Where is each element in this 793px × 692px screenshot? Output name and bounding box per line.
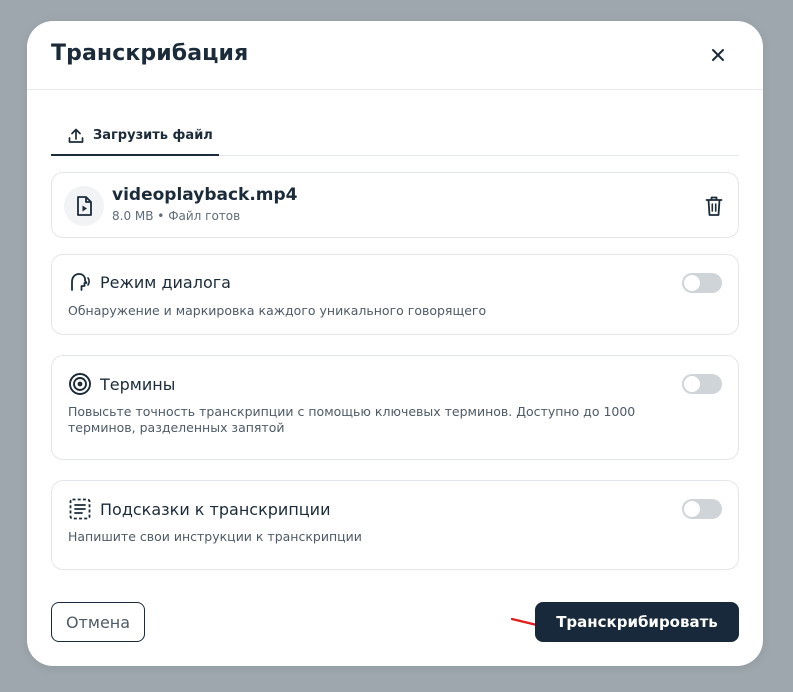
hints-toggle[interactable] <box>682 499 722 519</box>
upload-icon <box>68 128 84 143</box>
option-transcription-hints: Подсказки к транскрипции Напишите свои и… <box>51 480 739 570</box>
modal-title: Транскрибация <box>51 41 249 66</box>
cancel-button[interactable]: Отмена <box>51 602 145 642</box>
target-icon <box>69 373 91 395</box>
option-description: Напишите свои инструкции к транскрипции <box>68 529 362 544</box>
option-description: Обнаружение и маркировка каждого уникаль… <box>68 303 487 318</box>
tab-bar: Загрузить файл <box>51 117 739 156</box>
option-dialog-mode: Режим диалога Обнаружение и маркировка к… <box>51 254 739 335</box>
option-header: Термины <box>68 372 175 396</box>
file-name: videoplayback.mp4 <box>112 185 298 205</box>
delete-file-button[interactable] <box>703 194 725 218</box>
close-button[interactable] <box>707 44 729 66</box>
uploaded-file-card: videoplayback.mp4 8.0 MB • Файл готов <box>51 172 739 238</box>
option-title: Режим диалога <box>100 272 231 292</box>
terms-toggle[interactable] <box>682 374 722 394</box>
option-terms: Термины Повысьте точность транскрипции с… <box>51 355 739 460</box>
speaker-head-icon <box>71 273 90 291</box>
trash-icon <box>705 196 723 216</box>
list-frame-icon <box>69 498 91 520</box>
option-header: Режим диалога <box>68 271 231 293</box>
tab-label: Загрузить файл <box>93 128 213 143</box>
video-file-icon <box>77 196 92 216</box>
option-header: Подсказки к транскрипции <box>68 497 330 521</box>
tab-upload-file[interactable]: Загрузить файл <box>51 117 219 156</box>
option-description: Повысьте точность транскрипции с помощью… <box>68 404 636 435</box>
transcribe-button[interactable]: Транскрибировать <box>535 602 739 642</box>
file-meta: 8.0 MB • Файл готов <box>112 209 241 223</box>
dialog-mode-toggle[interactable] <box>682 273 722 293</box>
option-title: Подсказки к транскрипции <box>100 499 331 519</box>
transcription-modal: Транскрибация Загрузить файл videoplayba… <box>27 21 763 666</box>
option-title: Термины <box>100 374 176 394</box>
file-icon-container <box>64 186 104 226</box>
close-icon <box>712 49 724 61</box>
modal-header: Транскрибация <box>27 21 763 90</box>
